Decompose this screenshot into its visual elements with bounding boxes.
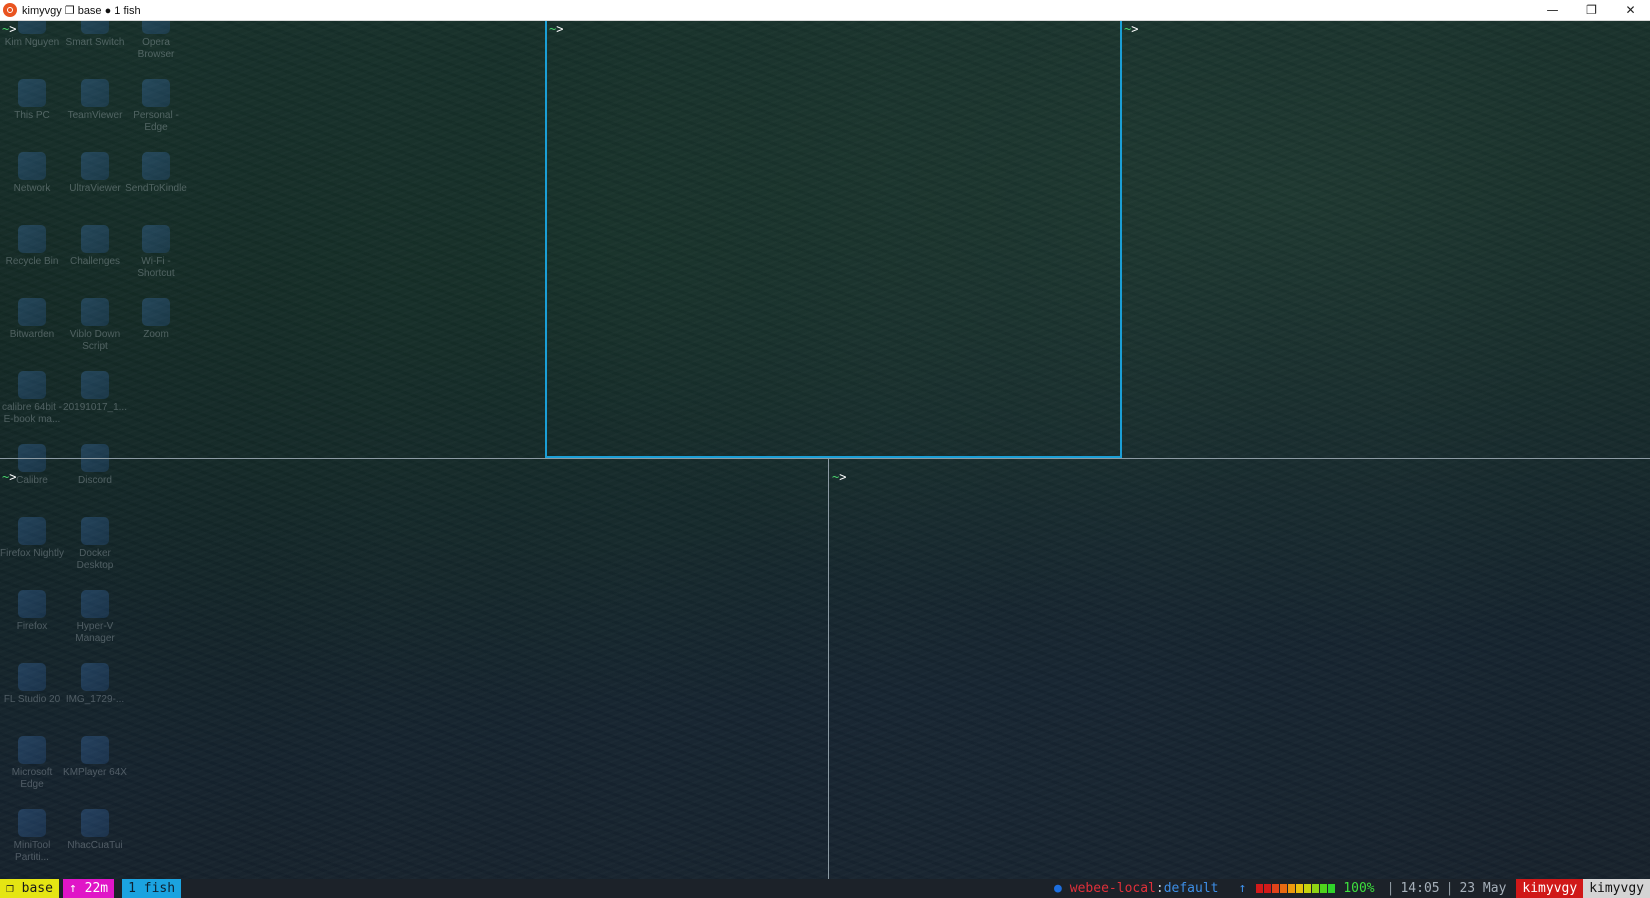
kube-host: webee-local	[1069, 881, 1156, 896]
status-dot-icon: ●	[1053, 881, 1062, 896]
terminal-pane-2-active[interactable]: ~>	[545, 20, 1122, 458]
status-separator: |	[1445, 881, 1454, 896]
prompt-arrow: >	[1131, 22, 1139, 36]
window-controls: — ❐ ✕	[1533, 0, 1650, 20]
battery-cell	[1312, 884, 1320, 893]
kube-context: default	[1163, 881, 1219, 896]
desktop-screen: kimyvgy ❐ base ● 1 fish — ❐ ✕ Kim Nguyen…	[0, 0, 1650, 898]
session-name[interactable]: ❐ base	[0, 879, 59, 898]
status-right: ● webee-local: default ↑ 100% | 14:05 | 2…	[1054, 879, 1650, 898]
restore-button[interactable]: ❐	[1572, 0, 1611, 20]
shell-prompt: ~>	[832, 470, 846, 484]
battery-cell	[1280, 884, 1288, 893]
window-title: kimyvgy ❐ base ● 1 fish	[22, 4, 141, 17]
minimize-button[interactable]: —	[1533, 0, 1572, 20]
pane-divider-vertical[interactable]	[828, 459, 829, 879]
terminal-pane-5[interactable]: ~>	[829, 459, 1650, 879]
status-username: kimyvgy	[1516, 879, 1584, 898]
status-time: 14:05	[1400, 881, 1440, 896]
battery-cell	[1264, 884, 1272, 893]
window-titlebar[interactable]: kimyvgy ❐ base ● 1 fish — ❐ ✕	[0, 0, 1650, 21]
terminal-pane-4[interactable]: ~>	[0, 459, 829, 879]
tmux-status-bar: ❐ base ↑ 22m 1 fish ● webee-local: defaul…	[0, 879, 1650, 898]
battery-cell	[1288, 884, 1296, 893]
shell-prompt: ~>	[2, 470, 16, 484]
shell-prompt: ~>	[1124, 22, 1138, 36]
upload-arrow-icon: ↑	[1238, 881, 1247, 896]
battery-cell	[1328, 884, 1336, 893]
window-tab-fish[interactable]: 1 fish	[122, 879, 182, 898]
battery-cell	[1320, 884, 1328, 893]
battery-level-bar	[1256, 884, 1336, 893]
prompt-arrow: >	[9, 470, 17, 484]
prompt-arrow: >	[556, 22, 564, 36]
ubuntu-icon	[3, 3, 17, 17]
terminal-pane-1[interactable]: ~>	[0, 20, 546, 458]
pane-divider-horizontal[interactable]	[0, 458, 1650, 459]
status-hostname: kimyvgy	[1583, 879, 1650, 898]
close-button[interactable]: ✕	[1611, 0, 1650, 20]
kube-separator: :	[1155, 881, 1164, 896]
shell-prompt: ~>	[2, 22, 16, 36]
battery-cell	[1296, 884, 1304, 893]
status-date: 23 May	[1459, 881, 1507, 896]
terminal-pane-3[interactable]: ~>	[1121, 20, 1650, 458]
battery-percent: 100%	[1343, 881, 1375, 896]
battery-cell	[1304, 884, 1312, 893]
battery-cell	[1256, 884, 1264, 893]
battery-cell	[1272, 884, 1280, 893]
prompt-arrow: >	[839, 470, 847, 484]
shell-prompt: ~>	[549, 22, 563, 36]
status-separator: |	[1386, 881, 1395, 896]
prompt-arrow: >	[9, 22, 17, 36]
uptime-indicator: ↑ 22m	[62, 879, 115, 898]
